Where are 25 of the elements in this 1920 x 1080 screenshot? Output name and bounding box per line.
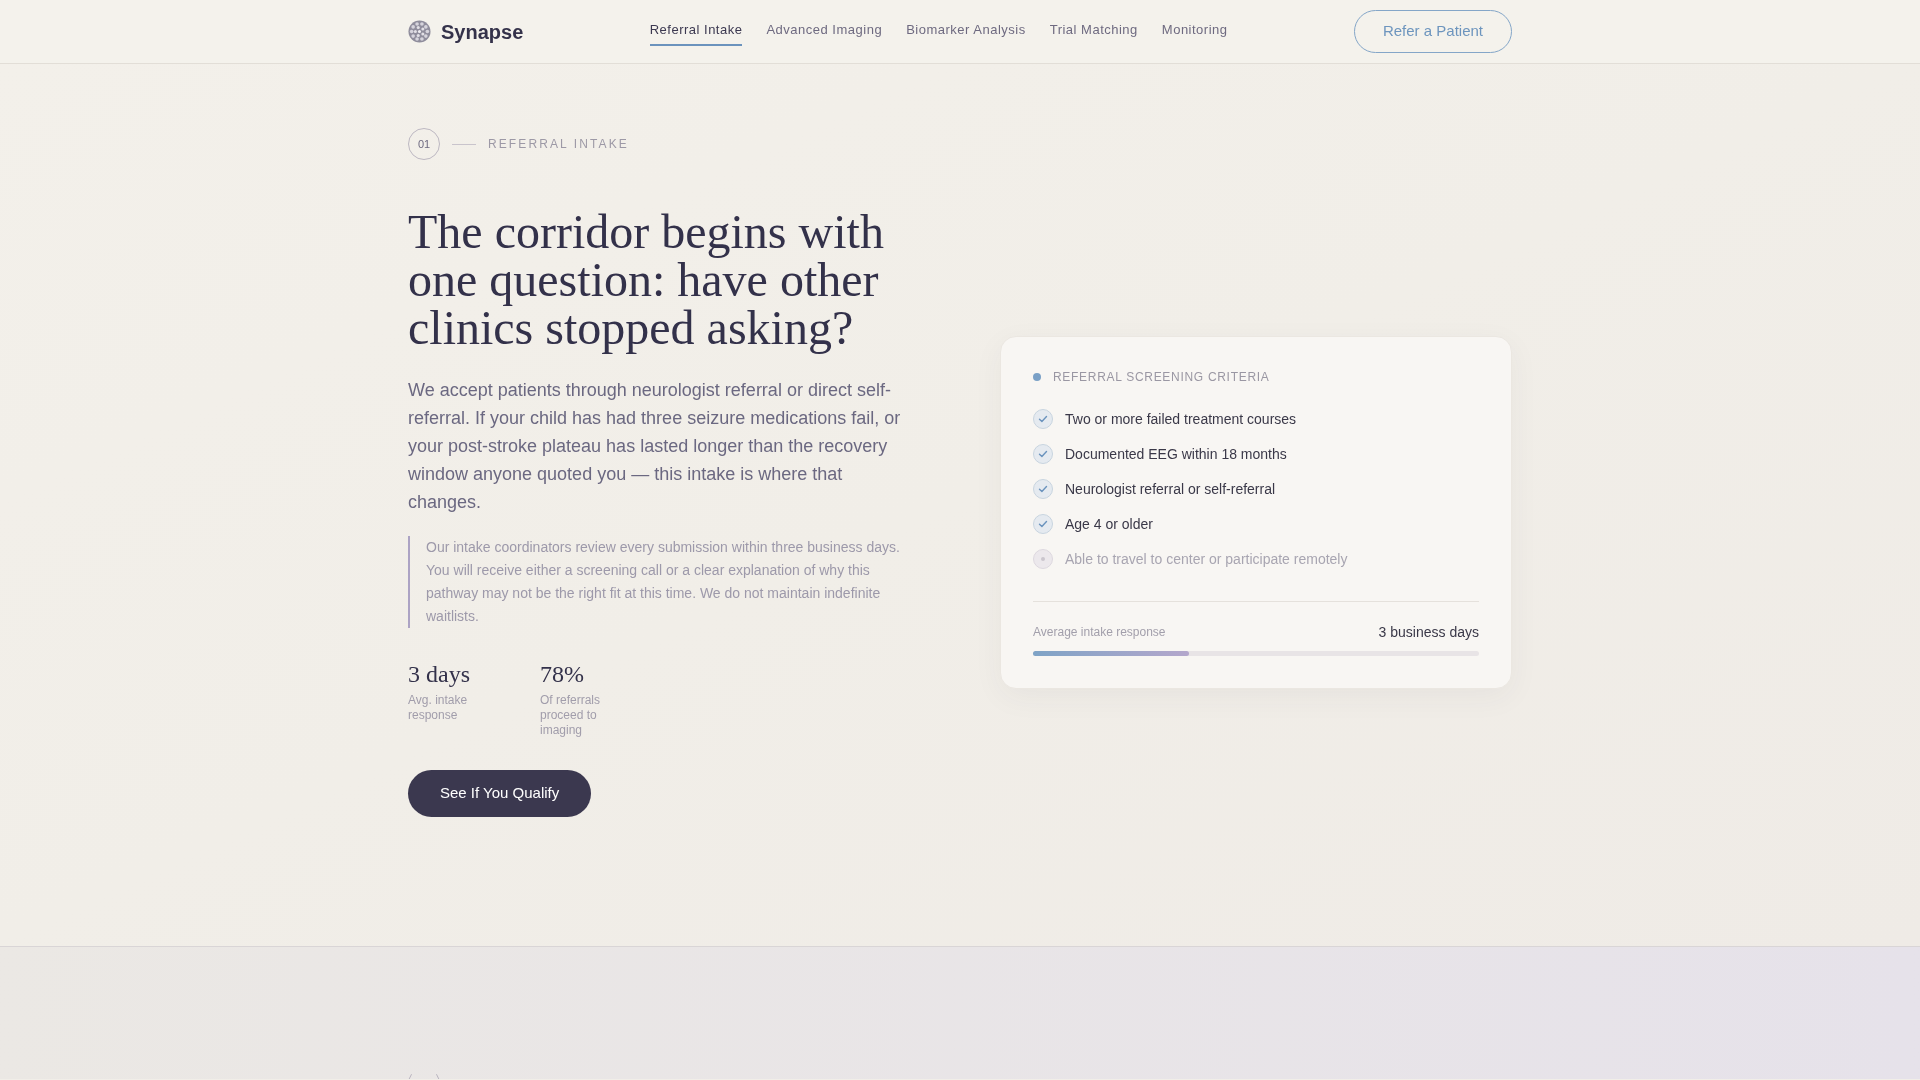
rosette-icon bbox=[408, 20, 431, 43]
circle-outline-icon bbox=[408, 1074, 440, 1079]
brand-name: Synapse bbox=[441, 19, 524, 45]
stat-label: Avg. intake response bbox=[408, 693, 469, 723]
criteria-item: Neurologist referral or self-referral bbox=[1065, 480, 1276, 499]
metric-value: 3 business days bbox=[1378, 623, 1479, 642]
nav-link[interactable]: Referral Intake bbox=[649, 22, 743, 46]
hero-heading: The corridor begins with one question: have other clinics stopped asking? bbox=[408, 208, 885, 352]
stat-value: 78% bbox=[540, 660, 585, 689]
criteria-item: Two or more failed treatment courses bbox=[1065, 410, 1297, 429]
nav-link[interactable]: Biomarker Analysis bbox=[906, 22, 1026, 46]
criteria-item: Able to travel to center or participate remotely bbox=[1065, 550, 1348, 569]
qualify-button[interactable]: See If You Qualify bbox=[408, 770, 592, 817]
stat-label: Of referrals proceed to imaging bbox=[540, 693, 601, 738]
nav-link[interactable]: Trial Matching bbox=[1049, 22, 1138, 46]
intake-note: Our intake coordinators review every submission within three business days. You will receive either a screening call or a clear explanation of why this pathway may not be the right fit at this time. We do not maintain indefinite waitlists. bbox=[426, 538, 901, 626]
section-label: REFERRAL INTAKE bbox=[488, 136, 629, 153]
stat-value: 3 days bbox=[408, 660, 471, 689]
nav-link[interactable]: Advanced Imaging bbox=[766, 22, 883, 46]
hero-paragraph: We accept patients through neurologist referral or direct self-referral. If your child has had three seizure medications fail, or your post-stroke plateau has lasted longer than the recovery window anyone quoted you — this intake is where that changes. bbox=[408, 379, 902, 514]
criteria-item: Documented EEG within 18 months bbox=[1065, 445, 1287, 464]
nav-link[interactable]: Monitoring bbox=[1161, 22, 1228, 46]
card-title: REFERRAL SCREENING CRITERIA bbox=[1053, 369, 1270, 385]
metric-label: Average intake response bbox=[1033, 624, 1166, 641]
criteria-item: Age 4 or older bbox=[1065, 515, 1153, 534]
